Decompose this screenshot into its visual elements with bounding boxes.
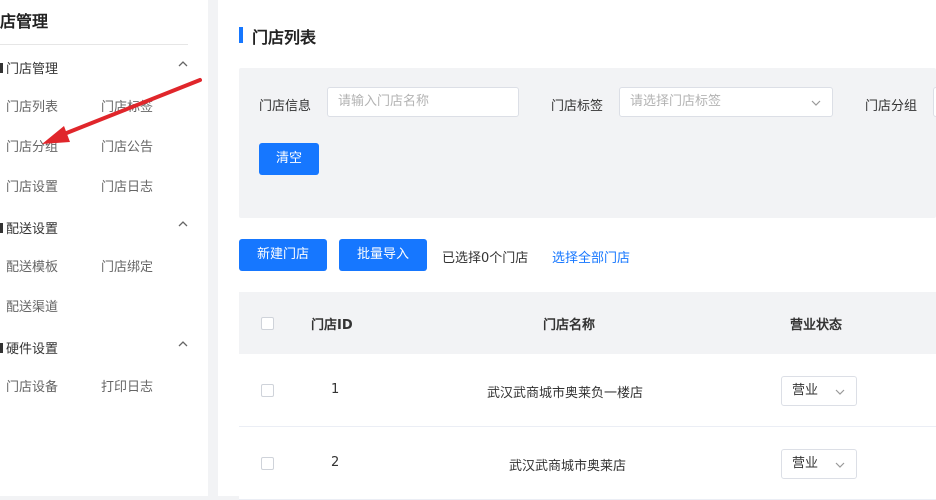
table-row[interactable]: 1 武汉武商城市奥莱负一楼店 营业 [239,354,936,427]
store-tag-placeholder: 请选择门店标签 [630,94,722,109]
sidebar: 店管理 门店管理 门店列表 门店标签 门店分组 门店公告 门店设置 门店日志 配… [0,0,208,496]
status-value: 营业 [792,456,819,471]
sidebar-item-store-binding[interactable]: 门店绑定 [101,256,153,275]
row-checkbox[interactable] [261,384,274,397]
store-name-input[interactable]: 请输入门店名称 [327,87,519,117]
column-header-id: 门店ID [311,318,353,333]
sidebar-divider [0,44,188,45]
select-all-link[interactable]: 选择全部门店 [552,247,630,266]
chevron-up-icon[interactable] [176,337,190,351]
new-store-button[interactable]: 新建门店 [239,239,327,271]
clear-button[interactable]: 清空 [259,143,319,175]
table-row[interactable]: 2 武汉武商城市奥莱店 营业 [239,427,936,500]
chevron-up-icon[interactable] [176,217,190,231]
store-name-cell: 武汉武商城市奥莱店 [509,459,627,474]
selected-count-text: 已选择0个门店 [442,251,529,266]
status-value: 营业 [792,383,819,398]
sidebar-group-store-management[interactable]: 门店管理 [0,58,200,78]
store-tag-label: 门店标签 [551,99,604,114]
sidebar-item-delivery-templates[interactable]: 配送模板 [6,256,58,275]
sidebar-group-hardware-settings[interactable]: 硬件设置 [0,338,200,358]
sidebar-item-print-logs[interactable]: 打印日志 [101,376,153,395]
status-select[interactable]: 营业 [781,376,857,406]
chevron-down-icon [811,100,821,106]
title-accent-bar [239,27,243,43]
table-header: 门店ID 门店名称 营业状态 [239,292,936,354]
page-title: 门店列表 [252,28,317,47]
main-content: 门店列表 门店信息 请输入门店名称 门店标签 请选择门店标签 门店分组 清空 新… [218,0,936,500]
sidebar-item-delivery-channels[interactable]: 配送渠道 [6,296,58,315]
store-tag-select[interactable]: 请选择门店标签 [619,87,833,117]
select-all-checkbox[interactable] [261,317,274,330]
bulk-import-button[interactable]: 批量导入 [339,239,427,271]
sidebar-item-store-devices[interactable]: 门店设备 [6,376,58,395]
column-header-status: 营业状态 [790,318,843,333]
filter-panel: 门店信息 请输入门店名称 门店标签 请选择门店标签 门店分组 清空 [239,68,936,218]
group-marker [0,343,3,353]
sidebar-group-delivery-settings[interactable]: 配送设置 [0,218,200,238]
annotation-arrow-icon [42,78,202,144]
sidebar-title: 店管理 [0,12,49,31]
sidebar-item-store-settings[interactable]: 门店设置 [6,176,58,195]
store-group-label: 门店分组 [865,99,918,114]
store-id-cell: 2 [331,455,340,470]
sidebar-group-label: 配送设置 [6,222,59,237]
chevron-down-icon [835,462,845,468]
store-info-label: 门店信息 [259,99,312,114]
group-marker [0,63,3,73]
sidebar-item-store-logs[interactable]: 门店日志 [101,176,153,195]
chevron-down-icon [835,389,845,395]
row-checkbox[interactable] [261,457,274,470]
store-name-cell: 武汉武商城市奥莱负一楼店 [487,386,644,401]
store-id-cell: 1 [331,382,340,397]
sidebar-group-label: 硬件设置 [6,342,59,357]
status-select[interactable]: 营业 [781,449,857,479]
column-header-name: 门店名称 [543,318,596,333]
chevron-up-icon[interactable] [176,57,190,71]
group-marker [0,223,3,233]
sidebar-group-label: 门店管理 [6,62,59,77]
